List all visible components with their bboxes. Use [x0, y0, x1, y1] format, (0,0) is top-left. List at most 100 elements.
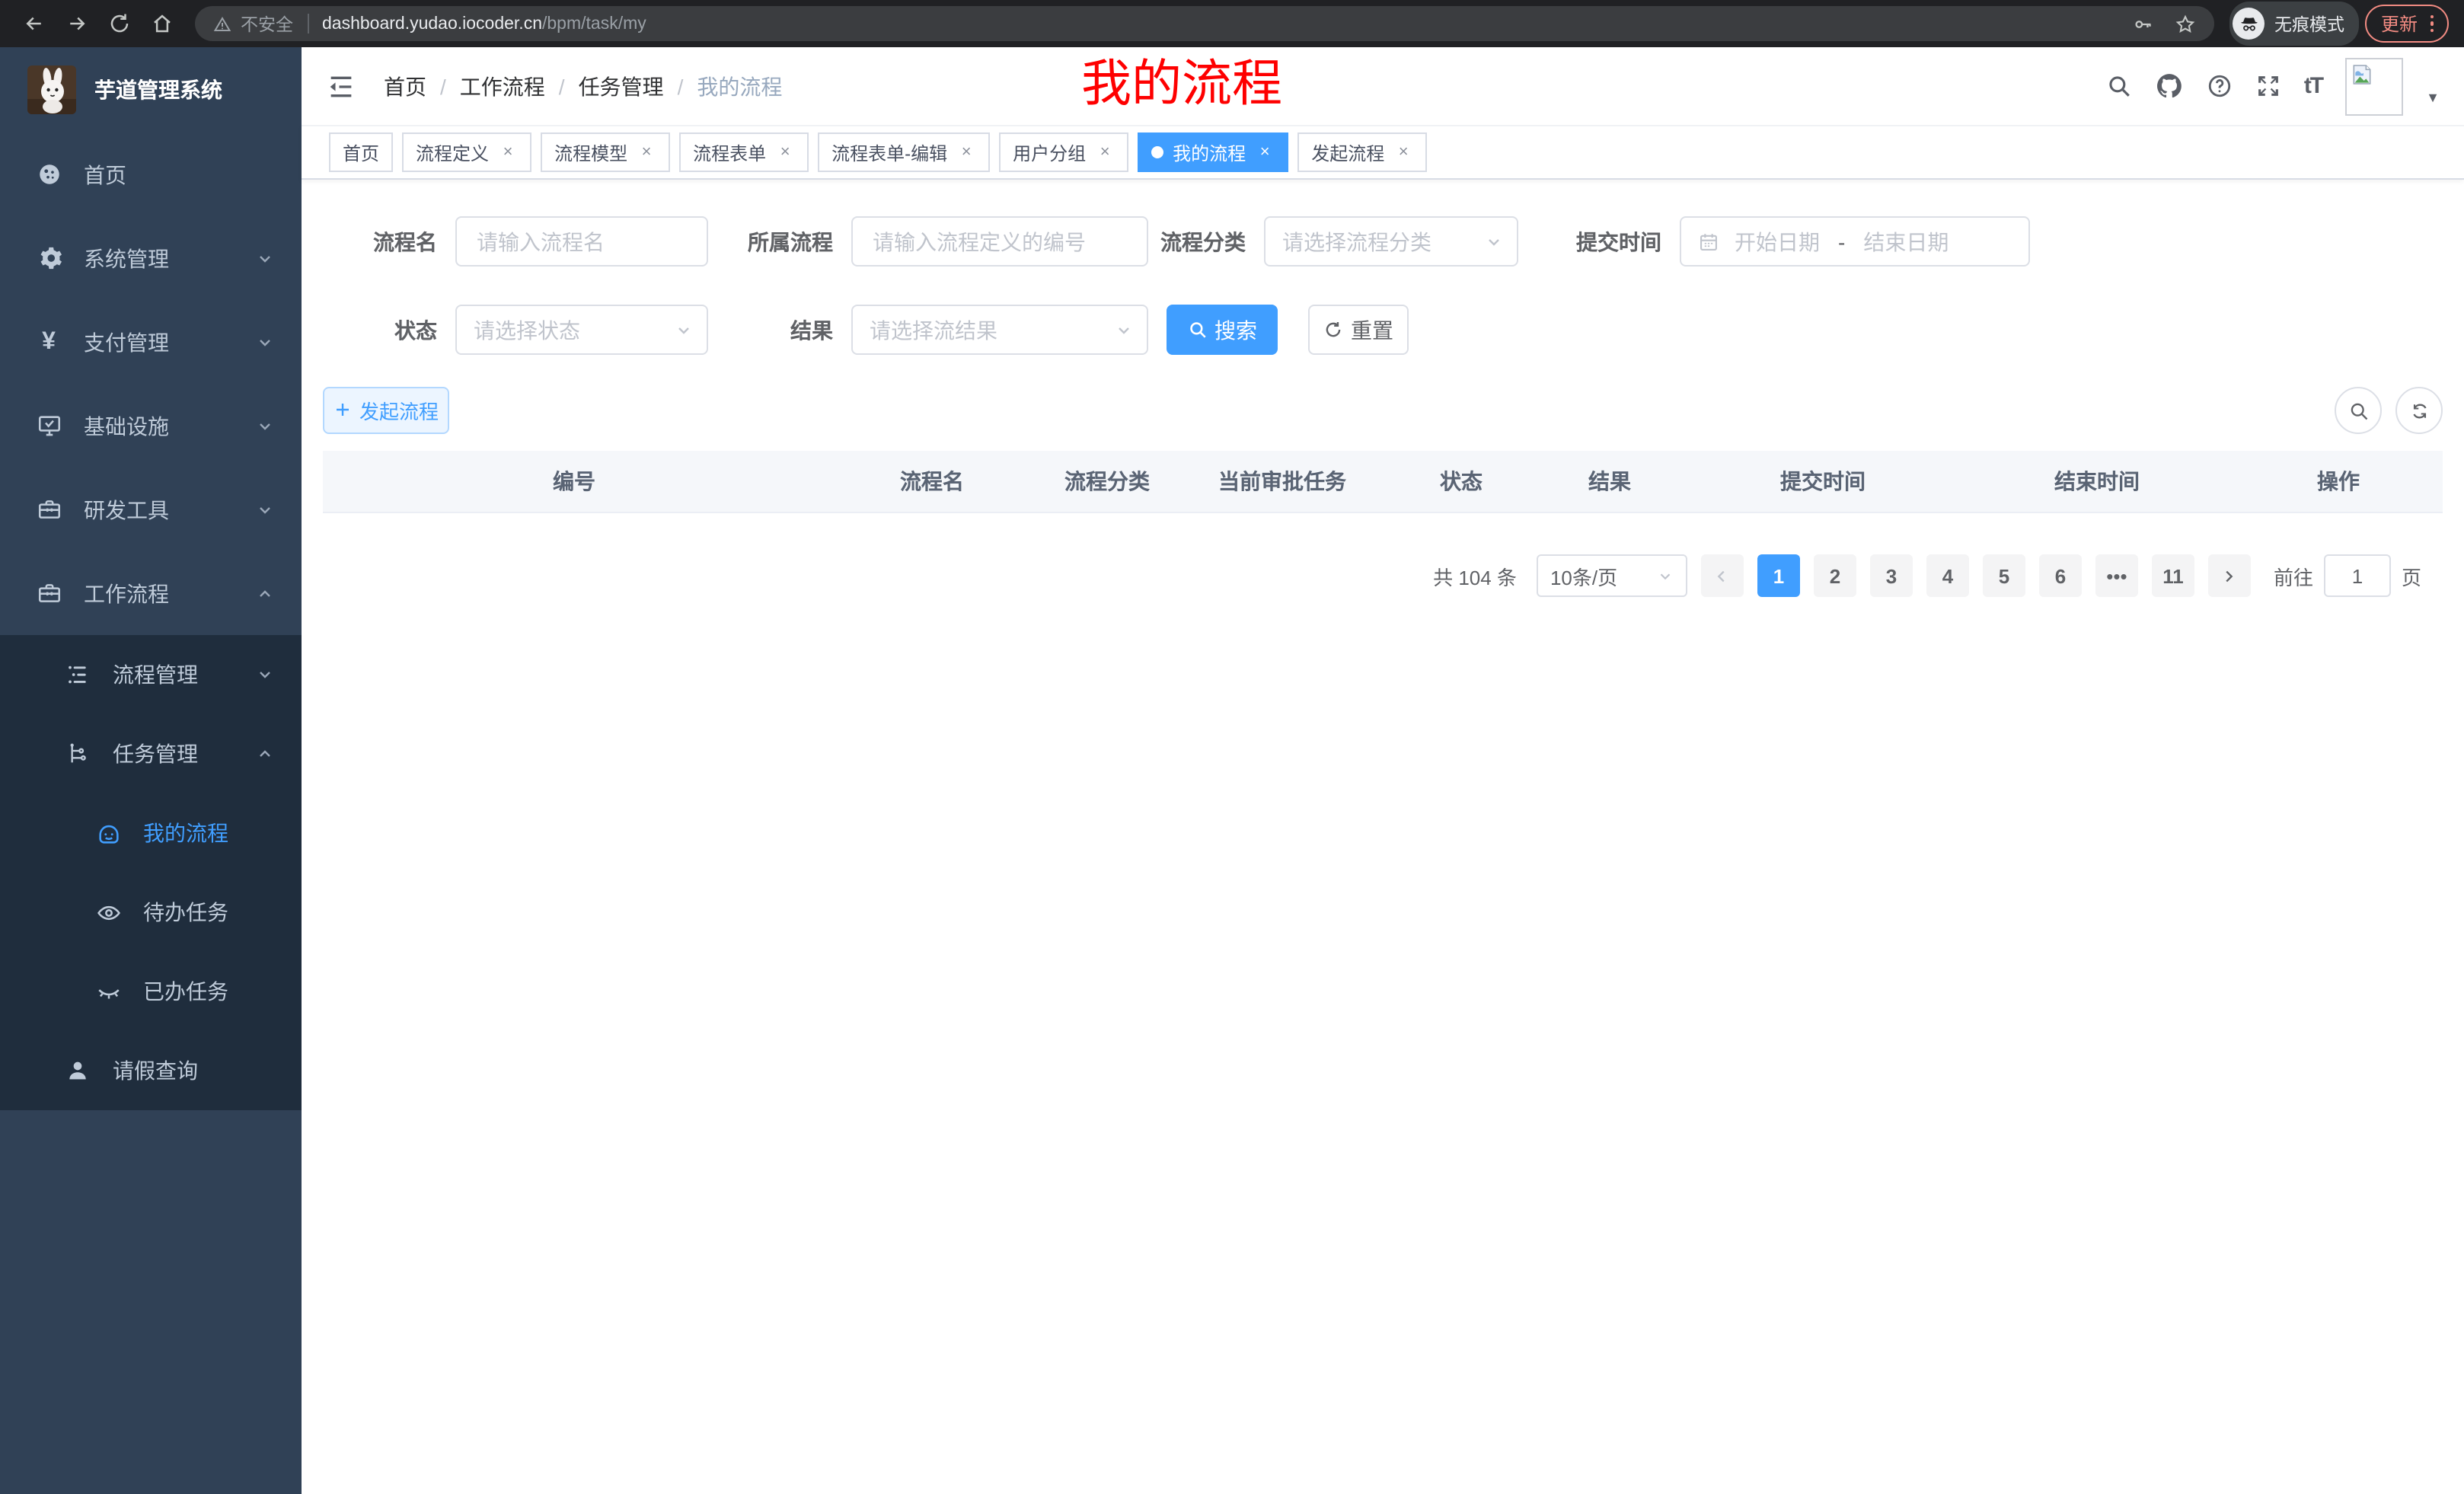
tab-label: 发起流程: [1311, 139, 1384, 165]
tab-my-process[interactable]: 我的流程×: [1138, 132, 1288, 172]
reload-icon[interactable]: [101, 5, 137, 42]
app-logo[interactable]: 芋道管理系统: [0, 47, 302, 132]
submit-time-range[interactable]: 开始日期 - 结束日期: [1680, 216, 2030, 267]
column-header: 提交时间: [1686, 451, 1960, 512]
sidebar-item-process-mgmt[interactable]: 流程管理: [0, 635, 302, 714]
breadcrumb-separator: /: [559, 74, 565, 98]
sidebar-item-task-mgmt[interactable]: 任务管理: [0, 714, 302, 793]
dashboard-icon: [35, 161, 62, 188]
chevron-down-icon: [256, 417, 274, 435]
parent-process-input[interactable]: [851, 216, 1148, 267]
tree-list-icon: [64, 661, 91, 688]
address-bar[interactable]: 不安全 dashboard.yudao.iocoder.cn/bpm/task/…: [195, 6, 2215, 41]
date-start-placeholder[interactable]: 开始日期: [1735, 226, 1820, 257]
collapse-menu-icon[interactable]: [326, 71, 356, 101]
github-icon[interactable]: [2155, 72, 2184, 101]
home-icon[interactable]: [143, 5, 180, 42]
sidebar-item-leave-query[interactable]: 请假查询: [0, 1031, 302, 1110]
search-icon[interactable]: [2106, 73, 2132, 99]
close-icon[interactable]: ×: [1393, 142, 1413, 162]
column-header: 操作: [2234, 451, 2443, 512]
sidebar-item-dev-tools[interactable]: 研发工具: [0, 468, 302, 551]
result-select[interactable]: 请选择流结果: [851, 305, 1148, 355]
breadcrumb: 首页/工作流程/任务管理/我的流程: [384, 71, 782, 101]
more-vertical-icon[interactable]: [2430, 15, 2434, 33]
page-button-3[interactable]: 3: [1870, 554, 1913, 597]
omnibox-separator: [307, 14, 308, 34]
tab-start-process[interactable]: 发起流程 ×: [1297, 132, 1427, 172]
goto-label: 前往: [2274, 561, 2313, 590]
search-circle-icon[interactable]: [2335, 387, 2382, 434]
tab-user-group[interactable]: 用户分组×: [999, 132, 1128, 172]
update-label: 更新: [2381, 11, 2418, 37]
tab-process-definition[interactable]: 流程定义×: [402, 132, 531, 172]
search-button[interactable]: 搜索: [1167, 305, 1278, 355]
tab-label: 首页: [343, 139, 379, 165]
caret-down-icon[interactable]: ▼: [2426, 89, 2440, 104]
sidebar-item-payment[interactable]: ¥支付管理: [0, 300, 302, 384]
sidebar-item-todo-tasks[interactable]: 待办任务: [0, 873, 302, 952]
fullscreen-icon[interactable]: [2255, 73, 2281, 99]
back-icon[interactable]: [15, 5, 52, 42]
tab-label: 流程模型: [554, 139, 627, 165]
security-label[interactable]: 不安全: [241, 11, 293, 36]
process-name-label: 流程名: [323, 226, 455, 257]
incognito-icon: [2233, 8, 2265, 40]
sidebar-item-system[interactable]: 系统管理: [0, 216, 302, 300]
breadcrumb-item[interactable]: 工作流程: [460, 71, 545, 101]
page-button-4[interactable]: 4: [1926, 554, 1969, 597]
forward-icon[interactable]: [58, 5, 94, 42]
close-icon[interactable]: ×: [775, 142, 795, 162]
plus-icon: [334, 401, 352, 419]
logo-image: [27, 65, 76, 114]
tab-process-model[interactable]: 流程模型 ×: [541, 132, 670, 172]
sidebar-item-my-process[interactable]: 我的流程: [0, 793, 302, 873]
sidebar-item-home[interactable]: 首页: [0, 132, 302, 216]
star-icon[interactable]: [2175, 13, 2197, 34]
sidebar-item-label: 待办任务: [143, 897, 228, 927]
reset-button[interactable]: 重置: [1308, 305, 1409, 355]
date-end-placeholder[interactable]: 结束日期: [1863, 226, 1949, 257]
help-icon[interactable]: [2207, 73, 2233, 99]
breadcrumb-item[interactable]: 首页: [384, 71, 426, 101]
page-title-annotation: 我的流程: [1081, 58, 1282, 110]
process-name-input[interactable]: [455, 216, 708, 267]
breadcrumb-item[interactable]: 任务管理: [579, 71, 664, 101]
tab-process-form-edit[interactable]: 流程表单-编辑×: [818, 132, 990, 172]
update-button[interactable]: 更新: [2366, 5, 2449, 43]
close-icon[interactable]: ×: [498, 142, 518, 162]
page-button-1[interactable]: 1: [1757, 554, 1800, 597]
next-page-button[interactable]: [2208, 554, 2251, 597]
status-select[interactable]: 请选择状态: [455, 305, 708, 355]
close-icon[interactable]: ×: [956, 142, 976, 162]
more-pages-button[interactable]: •••: [2095, 554, 2138, 597]
sidebar-item-workflow[interactable]: 工作流程: [0, 551, 302, 635]
incognito-badge: 无痕模式: [2230, 2, 2360, 46]
filter-row-2: 状态 请选择状态 结果 请选择流结果: [323, 305, 2443, 355]
breadcrumb-separator: /: [440, 74, 446, 98]
page-button-5[interactable]: 5: [1983, 554, 2025, 597]
page-size-select[interactable]: 10条/页: [1537, 554, 1687, 597]
yen-icon: ¥: [35, 328, 62, 356]
close-icon[interactable]: ×: [637, 142, 656, 162]
incognito-label: 无痕模式: [2274, 11, 2344, 36]
key-icon[interactable]: [2133, 13, 2154, 34]
close-icon[interactable]: ×: [1255, 142, 1275, 162]
avatar[interactable]: [2345, 57, 2403, 115]
close-icon[interactable]: ×: [1095, 142, 1115, 162]
create-process-button[interactable]: 发起流程: [323, 386, 449, 433]
tab-home[interactable]: 首页: [329, 132, 393, 172]
page-button-6[interactable]: 6: [2039, 554, 2082, 597]
column-header: 当前审批任务: [1176, 451, 1389, 512]
category-select[interactable]: 请选择流程分类: [1264, 216, 1518, 267]
page-button-2[interactable]: 2: [1814, 554, 1856, 597]
page-button-11[interactable]: 11: [2152, 554, 2194, 597]
refresh-circle-icon[interactable]: [2395, 387, 2443, 434]
font-size-icon[interactable]: tT: [2304, 73, 2322, 99]
tab-process-form[interactable]: 流程表单×: [679, 132, 809, 172]
prev-page-button[interactable]: [1701, 554, 1744, 597]
goto-page-input[interactable]: [2324, 554, 2391, 597]
sidebar-item-done-tasks[interactable]: 已办任务: [0, 952, 302, 1031]
column-header: 状态: [1389, 451, 1534, 512]
sidebar-item-infrastructure[interactable]: 基础设施: [0, 384, 302, 468]
